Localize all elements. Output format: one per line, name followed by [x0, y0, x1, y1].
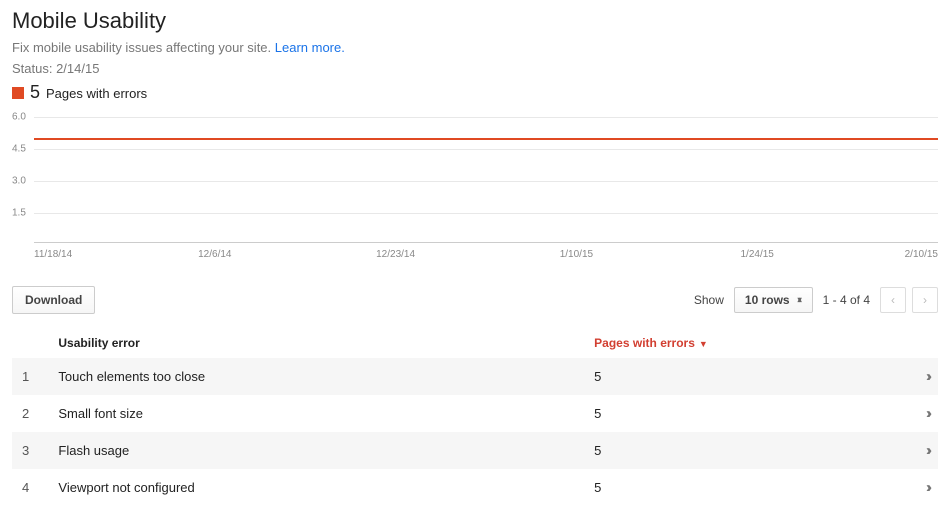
subtitle-text: Fix mobile usability issues affecting yo…	[12, 40, 275, 55]
x-axis: 11/18/14 12/6/14 12/23/14 1/10/15 1/24/1…	[34, 249, 938, 267]
x-tick: 1/24/15	[741, 249, 774, 260]
table-row[interactable]: 4 Viewport not configured 5 ››	[12, 469, 938, 506]
learn-more-link[interactable]: Learn more.	[275, 40, 345, 55]
x-tick: 11/18/14	[34, 249, 72, 260]
error-count-label: Pages with errors	[46, 86, 147, 101]
chart: 6.0 4.5 3.0 1.5 11/18/14 12/6/14 12/23/1…	[12, 113, 938, 268]
grid-line	[34, 181, 938, 182]
chevron-left-icon: ‹	[891, 293, 895, 307]
y-tick: 6.0	[12, 112, 32, 123]
row-index: 1	[12, 358, 48, 395]
table-row[interactable]: 2 Small font size 5 ››	[12, 395, 938, 432]
chevron-right-icon: ›	[923, 293, 927, 307]
table-row[interactable]: 3 Flash usage 5 ››	[12, 432, 938, 469]
col-pages-header-label: Pages with errors	[594, 336, 695, 350]
col-pages-header[interactable]: Pages with errors ▼	[584, 328, 887, 358]
page-range: 1 - 4 of 4	[823, 293, 870, 307]
errors-table: Usability error Pages with errors ▼ 1 Tou…	[12, 328, 938, 506]
y-tick: 3.0	[12, 176, 32, 187]
status-value: 2/14/15	[56, 61, 99, 76]
row-error: Flash usage	[48, 432, 584, 469]
col-index-header	[12, 328, 48, 358]
rows-select[interactable]: 10 rows ▴▾	[734, 287, 813, 313]
error-count: 5	[30, 82, 40, 103]
y-tick: 1.5	[12, 208, 32, 219]
row-index: 3	[12, 432, 48, 469]
row-pages: 5	[584, 469, 887, 506]
row-error: Small font size	[48, 395, 584, 432]
grid-line	[34, 149, 938, 150]
row-error: Viewport not configured	[48, 469, 584, 506]
error-summary: 5 Pages with errors	[12, 82, 938, 103]
status-label: Status:	[12, 61, 56, 76]
pager: Show 10 rows ▴▾ 1 - 4 of 4 ‹ ›	[694, 287, 938, 313]
chevron-double-right-icon[interactable]: ››	[926, 368, 928, 385]
chart-series-line	[34, 138, 938, 140]
show-label: Show	[694, 293, 724, 307]
row-index: 4	[12, 469, 48, 506]
chevron-double-right-icon[interactable]: ››	[926, 442, 928, 459]
row-index: 2	[12, 395, 48, 432]
row-error: Touch elements too close	[48, 358, 584, 395]
rows-select-value: 10 rows	[745, 293, 790, 307]
row-pages: 5	[584, 395, 887, 432]
error-swatch-icon	[12, 87, 24, 99]
next-page-button[interactable]: ›	[912, 287, 938, 313]
y-tick: 4.5	[12, 144, 32, 155]
prev-page-button[interactable]: ‹	[880, 287, 906, 313]
x-tick: 12/6/14	[198, 249, 231, 260]
row-pages: 5	[584, 432, 887, 469]
col-error-header[interactable]: Usability error	[48, 328, 584, 358]
status-line: Status: 2/14/15	[12, 61, 938, 76]
table-row[interactable]: 1 Touch elements too close 5 ››	[12, 358, 938, 395]
download-button[interactable]: Download	[12, 286, 95, 314]
chevron-double-right-icon[interactable]: ››	[926, 479, 928, 496]
x-tick: 2/10/15	[905, 249, 938, 260]
x-tick: 1/10/15	[560, 249, 593, 260]
grid-line	[34, 117, 938, 118]
page-title: Mobile Usability	[12, 8, 938, 34]
col-action-header	[887, 328, 938, 358]
x-tick: 12/23/14	[376, 249, 415, 260]
chevron-double-right-icon[interactable]: ››	[926, 405, 928, 422]
row-pages: 5	[584, 358, 887, 395]
table-controls: Download Show 10 rows ▴▾ 1 - 4 of 4 ‹ ›	[12, 286, 938, 314]
chart-plot-area	[34, 113, 938, 243]
page-subtitle: Fix mobile usability issues affecting yo…	[12, 40, 938, 55]
sort-desc-icon: ▼	[699, 339, 708, 349]
grid-line	[34, 213, 938, 214]
